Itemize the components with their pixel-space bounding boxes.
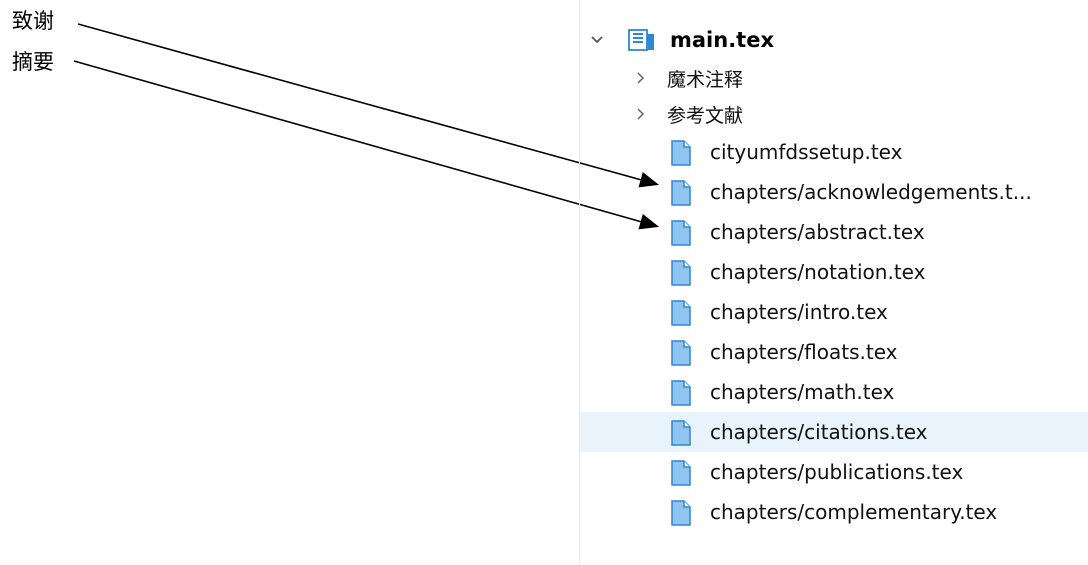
file-icon [669, 259, 693, 287]
file-icon [669, 499, 693, 527]
screenshot-page: 致谢 摘要 main.tex 魔术注释 参考文献 cityumfdssetup.… [0, 0, 1088, 565]
acknowledgements-arrow [77, 23, 660, 188]
file-label: chapters/intro.tex [710, 300, 888, 324]
tree-file-intro[interactable]: chapters/intro.tex [580, 292, 1088, 332]
chevron-right-icon[interactable] [632, 69, 650, 87]
tree-file-floats[interactable]: chapters/floats.tex [580, 332, 1088, 372]
tree-file-complementary[interactable]: chapters/complementary.tex [580, 492, 1088, 532]
file-icon [669, 339, 693, 367]
file-tree: main.tex 魔术注释 参考文献 cityumfdssetup.tex ch… [580, 20, 1088, 532]
tree-file-abstract[interactable]: chapters/abstract.tex [580, 212, 1088, 252]
document-stack-icon [626, 28, 658, 52]
tree-root-main-tex[interactable]: main.tex [580, 20, 1088, 60]
file-icon [669, 299, 693, 327]
tree-file-citations[interactable]: chapters/citations.tex [580, 412, 1088, 452]
file-icon [669, 459, 693, 487]
tree-file-acknowledgements[interactable]: chapters/acknowledgements.t... [580, 172, 1088, 212]
tree-group-references[interactable]: 参考文献 [580, 96, 1088, 132]
abstract-arrow [73, 60, 660, 230]
file-label: chapters/floats.tex [710, 340, 898, 364]
chevron-down-icon[interactable] [588, 31, 606, 49]
file-label: chapters/acknowledgements.t... [710, 180, 1032, 204]
file-label: chapters/complementary.tex [710, 500, 998, 524]
chevron-right-icon[interactable] [632, 105, 650, 123]
tree-group-magic-comments[interactable]: 魔术注释 [580, 60, 1088, 96]
file-icon [669, 139, 693, 167]
file-label: chapters/math.tex [710, 380, 895, 404]
file-icon [669, 219, 693, 247]
file-label: chapters/abstract.tex [710, 220, 925, 244]
file-icon [669, 179, 693, 207]
tree-file-cityumfdssetup[interactable]: cityumfdssetup.tex [580, 132, 1088, 172]
file-icon [669, 379, 693, 407]
group-label: 参考文献 [667, 104, 744, 127]
file-label: chapters/citations.tex [710, 420, 928, 444]
tree-file-publications[interactable]: chapters/publications.tex [580, 452, 1088, 492]
root-label: main.tex [670, 28, 775, 52]
file-label: cityumfdssetup.tex [710, 140, 903, 164]
tree-file-math[interactable]: chapters/math.tex [580, 372, 1088, 412]
file-label: chapters/notation.tex [710, 260, 926, 284]
group-label: 魔术注释 [667, 68, 744, 91]
tree-file-notation[interactable]: chapters/notation.tex [580, 252, 1088, 292]
file-icon [669, 419, 693, 447]
file-label: chapters/publications.tex [710, 460, 964, 484]
